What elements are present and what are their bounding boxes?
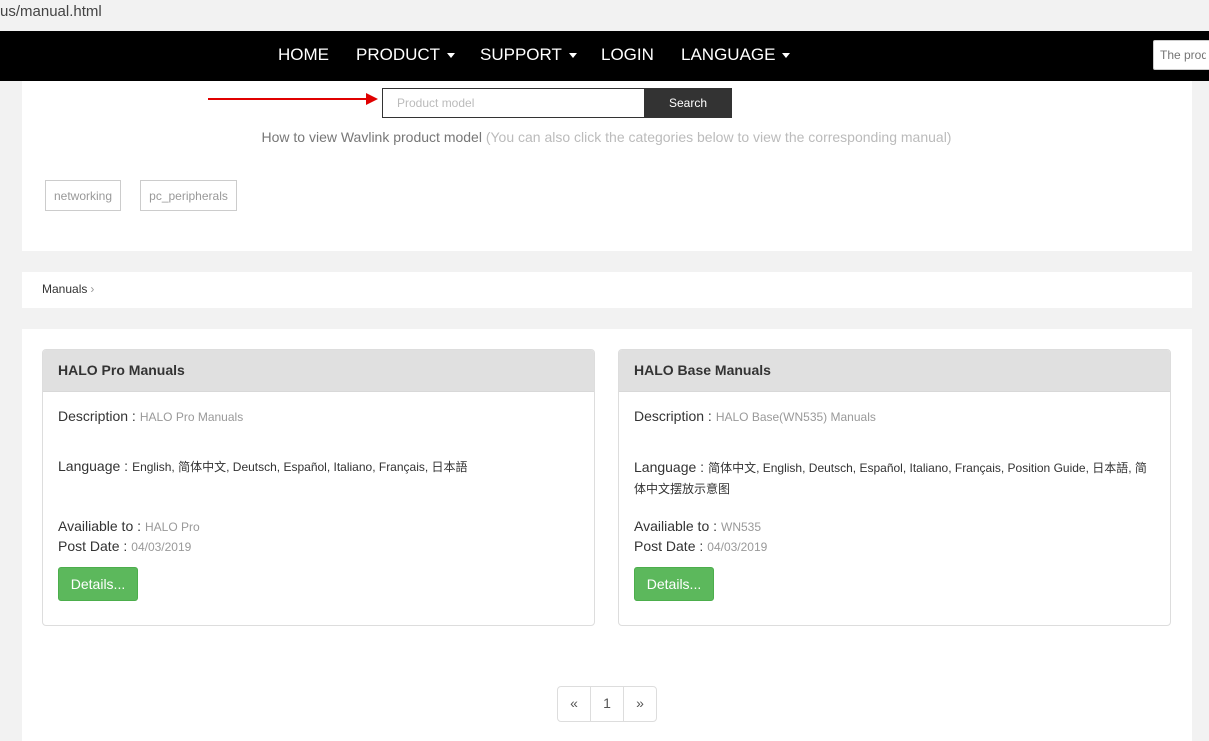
nav-search-input[interactable] — [1153, 40, 1209, 70]
description-label: Description : — [58, 408, 136, 424]
main-navbar: HOME PRODUCT SUPPORT LOGIN LANGUAGE — [0, 31, 1209, 81]
category-pc-peripherals[interactable]: pc_peripherals — [140, 180, 237, 211]
description-row: Description : HALO Pro Manuals — [58, 408, 579, 424]
nav-support-label: SUPPORT — [480, 45, 562, 64]
search-button[interactable]: Search — [644, 88, 732, 118]
description-label: Description : — [634, 408, 712, 424]
product-model-input[interactable] — [382, 88, 645, 118]
available-label: Availiable to : — [634, 518, 718, 534]
post-date-row: Post Date :04/03/2019 — [58, 538, 579, 554]
nav-home[interactable]: HOME — [278, 31, 329, 81]
description-value: HALO Pro Manuals — [139, 410, 244, 424]
browser-url-bar[interactable]: us/manual.html — [0, 0, 1209, 27]
card-title: HALO Base Manuals — [619, 350, 1170, 392]
nav-home-label: HOME — [278, 45, 329, 64]
post-date-label: Post Date : — [634, 538, 704, 554]
nav-login[interactable]: LOGIN — [601, 31, 654, 81]
manual-card-halo-base: HALO Base Manuals Description : HALO Base… — [618, 349, 1171, 626]
nav-product[interactable]: PRODUCT — [356, 31, 456, 81]
available-row: Availiable to : HALO Pro — [58, 518, 579, 534]
post-date-value: 04/03/2019 — [707, 540, 768, 554]
howto-link[interactable]: How to view Wavlink product model — [262, 129, 482, 145]
nav-product-label: PRODUCT — [356, 45, 441, 64]
breadcrumb-label: Manuals — [42, 282, 88, 296]
nav-language[interactable]: LANGUAGE — [681, 31, 791, 81]
language-row: Language : 简体中文, English, Deutsch, Españo… — [634, 457, 1155, 499]
language-row: Language : English, 简体中文, Deutsch, Españo… — [58, 457, 579, 477]
language-label: Language : — [58, 458, 129, 474]
howto-hint: (You can also click the categories below… — [485, 129, 952, 145]
post-date-value: 04/03/2019 — [131, 540, 192, 554]
nav-language-label: LANGUAGE — [681, 45, 776, 64]
available-row: Availiable to : WN535 — [634, 518, 1155, 534]
details-button[interactable]: Details... — [634, 567, 714, 601]
language-label: Language : — [634, 459, 705, 475]
language-value: English, 简体中文, Deutsch, Español, Italian… — [132, 460, 468, 474]
pagination: « 1 » — [557, 686, 657, 722]
caret-down-icon — [782, 53, 791, 59]
url-text: us/manual.html — [0, 3, 102, 20]
card-title: HALO Pro Manuals — [43, 350, 594, 392]
pagination-page[interactable]: 1 — [591, 687, 624, 721]
description-row: Description : HALO Base(WN535) Manuals — [634, 408, 1155, 424]
pagination-next[interactable]: » — [624, 687, 656, 721]
nav-support[interactable]: SUPPORT — [480, 31, 577, 81]
post-date-label: Post Date : — [58, 538, 128, 554]
caret-down-icon — [568, 53, 577, 59]
nav-login-label: LOGIN — [601, 45, 654, 64]
available-value: HALO Pro — [145, 520, 200, 534]
chevron-right-icon: › — [90, 282, 95, 296]
description-value: HALO Base(WN535) Manuals — [715, 410, 876, 424]
category-networking[interactable]: networking — [45, 180, 121, 211]
details-button[interactable]: Details... — [58, 567, 138, 601]
language-value: 简体中文, English, Deutsch, Español, Italian… — [634, 461, 1147, 496]
howto-text: How to view Wavlink product model (You c… — [0, 129, 1209, 145]
red-arrow-annotation — [208, 93, 378, 105]
available-label: Availiable to : — [58, 518, 142, 534]
post-date-row: Post Date :04/03/2019 — [634, 538, 1155, 554]
breadcrumb — [22, 272, 1192, 308]
available-value: WN535 — [721, 520, 762, 534]
pagination-prev[interactable]: « — [558, 687, 591, 721]
breadcrumb-item[interactable]: Manuals › — [42, 282, 94, 296]
caret-down-icon — [447, 53, 456, 59]
manual-card-halo-pro: HALO Pro Manuals Description : HALO Pro M… — [42, 349, 595, 626]
